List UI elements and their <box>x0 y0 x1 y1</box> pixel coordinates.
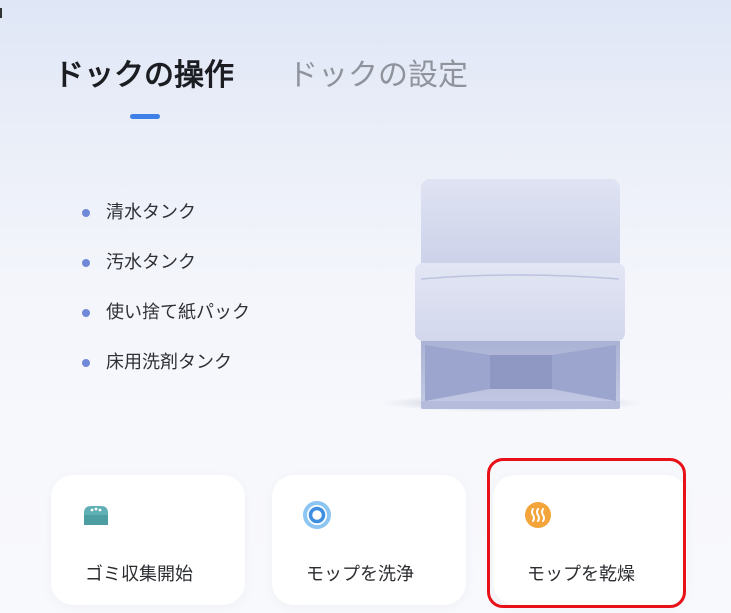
list-item: 清水タンク <box>82 196 250 246</box>
active-tab-indicator <box>130 114 160 119</box>
bullet-icon <box>82 209 90 217</box>
wash-mop-button[interactable]: モップを洗浄 <box>272 475 466 605</box>
edge-mark <box>0 8 2 18</box>
start-dust-collection-button[interactable]: ゴミ収集開始 <box>51 475 245 605</box>
wash-mop-label: モップを洗浄 <box>306 564 414 585</box>
list-item: 床用洗剤タンク <box>82 346 250 396</box>
dock-parts-list: 清水タンク 汚水タンク 使い捨て紙パック 床用洗剤タンク <box>82 196 250 396</box>
list-item-label: 汚水タンク <box>106 252 196 273</box>
start-dust-collection-label: ゴミ収集開始 <box>85 564 193 585</box>
list-item: 汚水タンク <box>82 246 250 296</box>
bullet-icon <box>82 259 90 267</box>
dust-bin-icon <box>84 506 108 525</box>
mop-dry-icon <box>525 502 551 528</box>
dock-screen: ドックの操作 ドックの設定 清水タンク 汚水タンク 使い捨て紙パック 床用洗剤タ… <box>0 0 731 613</box>
list-item-label: 使い捨て紙パック <box>106 302 250 323</box>
list-item-label: 床用洗剤タンク <box>106 352 232 373</box>
list-item: 使い捨て紙パック <box>82 296 250 346</box>
tab-dock-settings[interactable]: ドックの設定 <box>288 56 468 96</box>
dry-mop-button[interactable]: モップを乾燥 <box>493 475 687 605</box>
mop-wash-icon <box>303 501 331 529</box>
tab-dock-operations[interactable]: ドックの操作 <box>54 56 234 96</box>
list-item-label: 清水タンク <box>106 202 196 223</box>
dry-mop-label: モップを乾燥 <box>527 564 635 585</box>
dock-station-illustration <box>382 179 642 412</box>
bullet-icon <box>82 309 90 317</box>
bullet-icon <box>82 359 90 367</box>
